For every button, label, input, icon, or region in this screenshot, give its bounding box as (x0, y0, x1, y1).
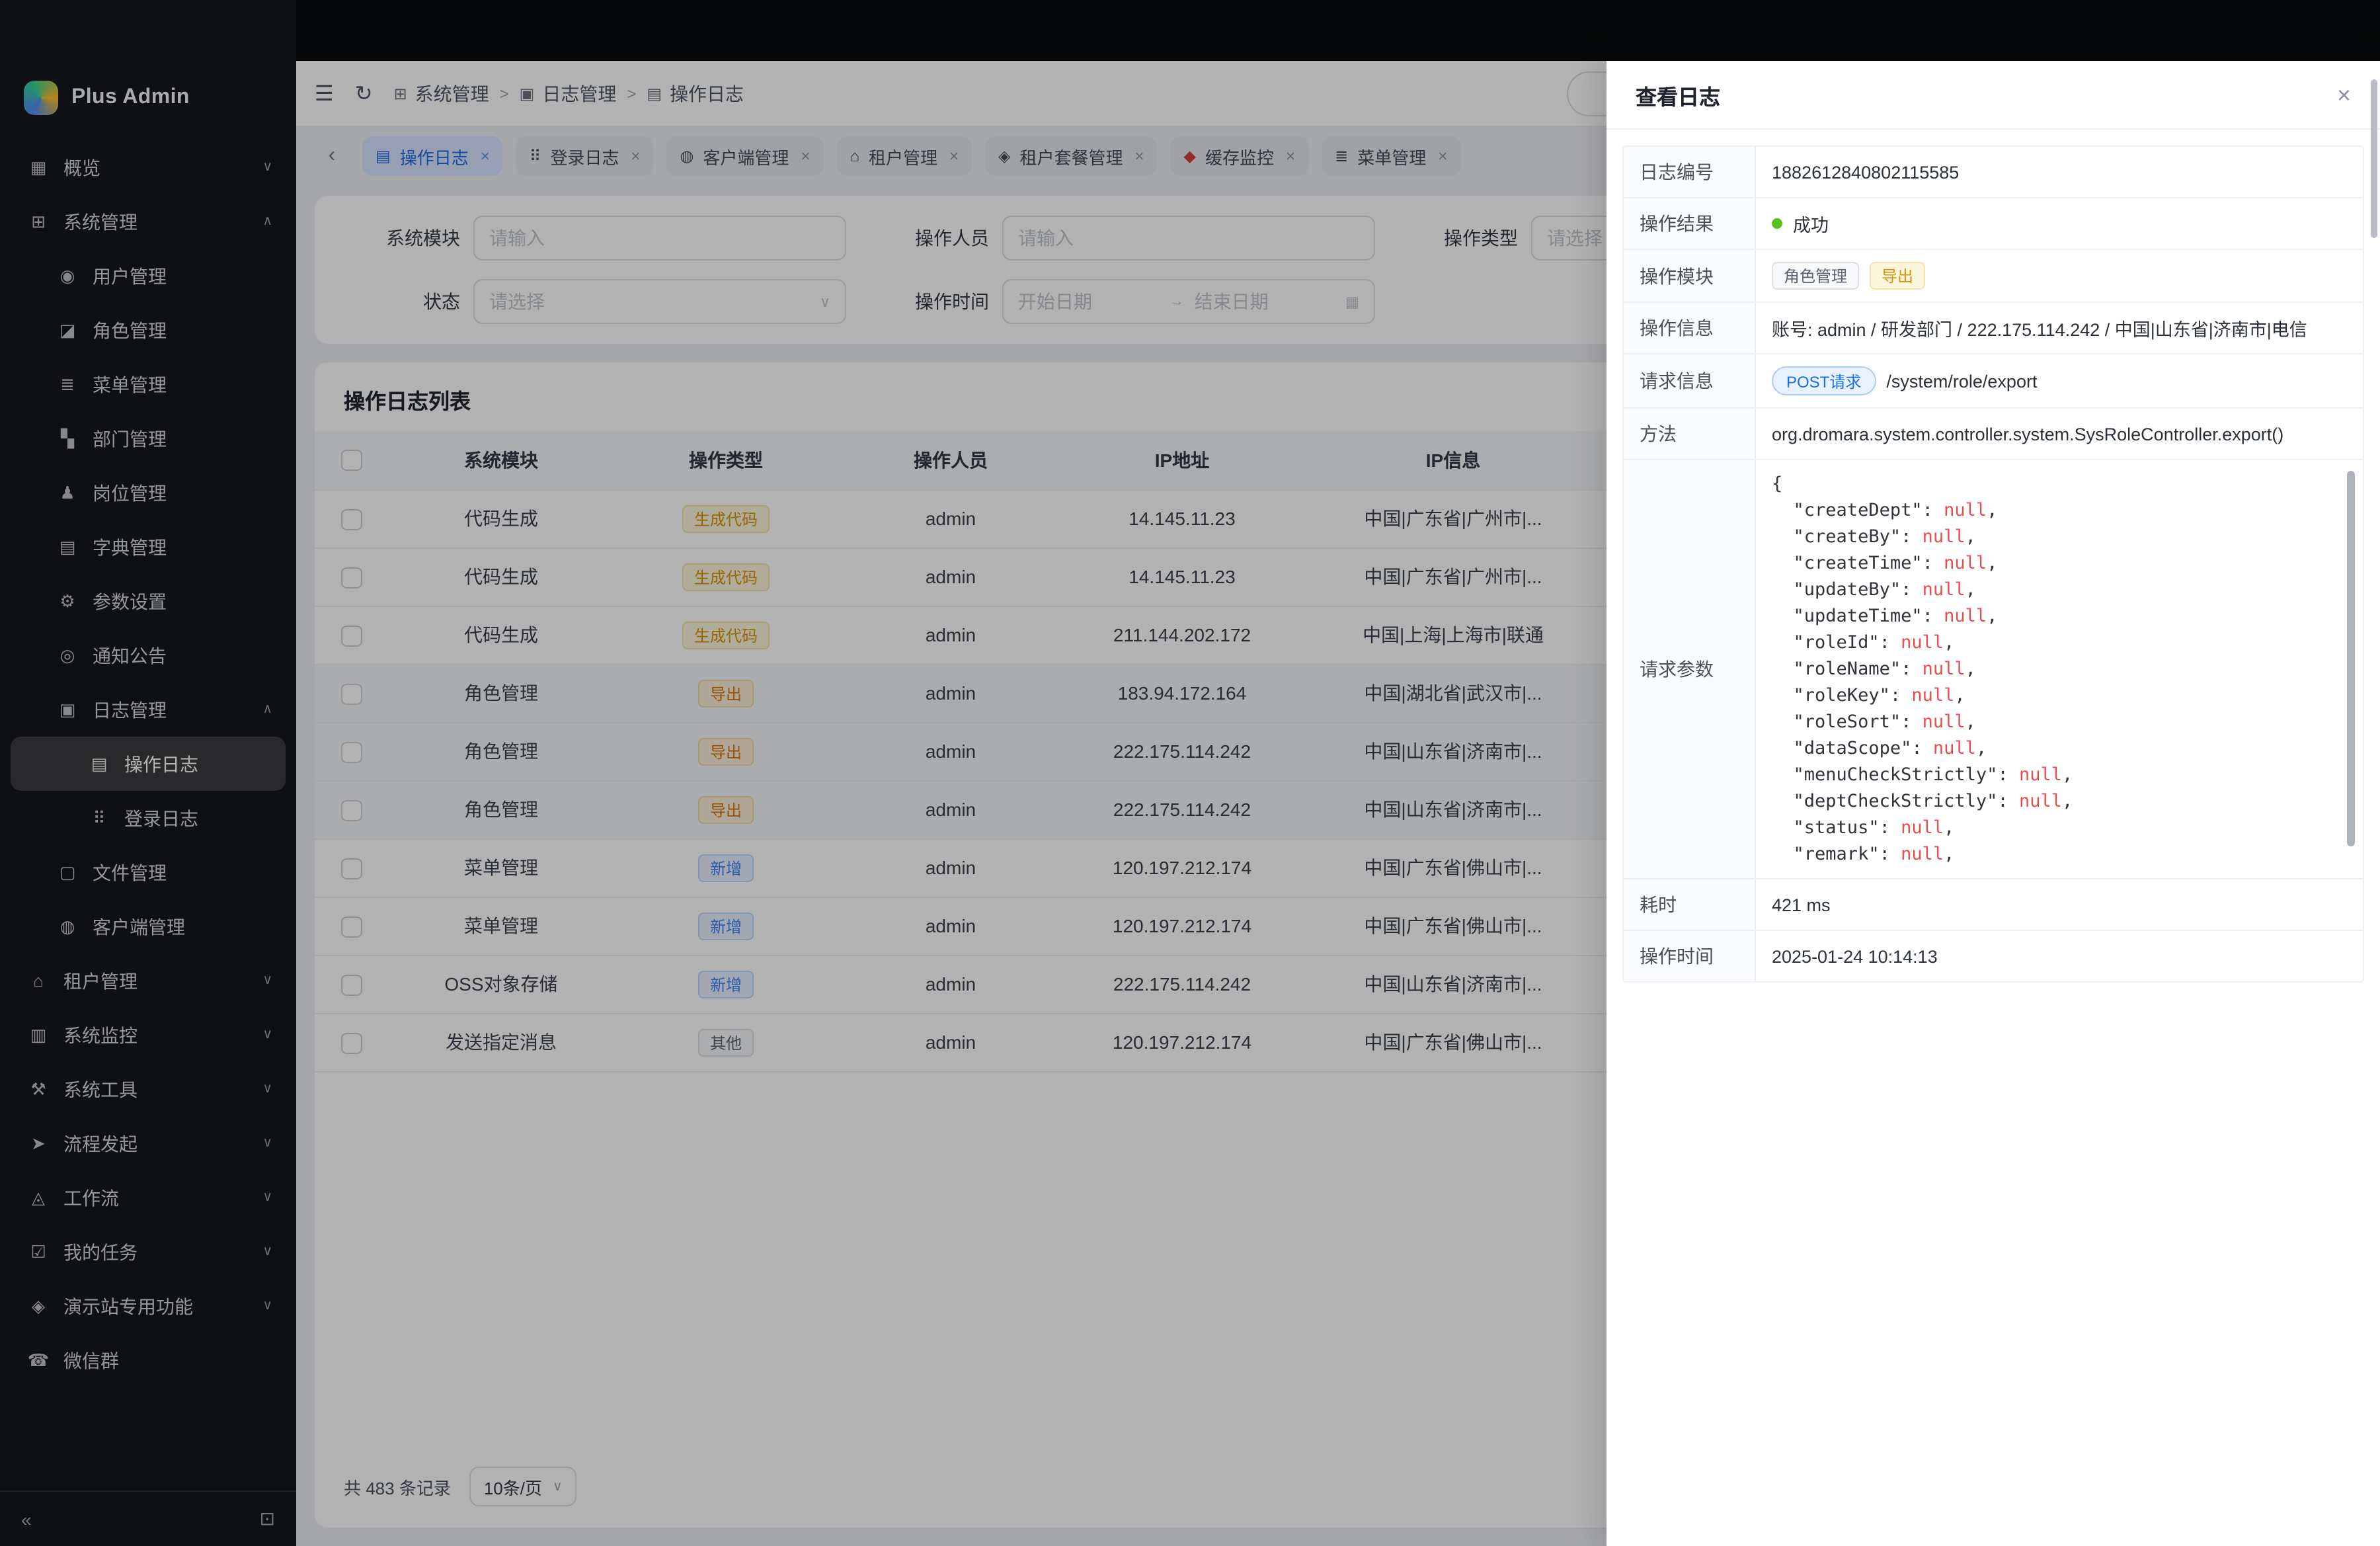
drawer-field-time: 操作时间2025-01-24 10:14:13 (1624, 931, 2363, 981)
field-value-time: 2025-01-24 10:14:13 (1756, 931, 2363, 981)
module-tag: 导出 (1870, 262, 1925, 290)
request-url: /system/role/export (1886, 371, 2037, 391)
module-tag: 角色管理 (1772, 262, 1859, 290)
field-value-module: 角色管理导出 (1756, 250, 2363, 302)
field-value-result: 成功 (1756, 198, 2363, 249)
field-label: 操作时间 (1624, 931, 1756, 981)
json-line: "roleKey": null, (1772, 682, 2334, 709)
json-line: "createDept": null, (1772, 497, 2334, 524)
json-line: "roleId": null, (1772, 630, 2334, 656)
drawer-field-info: 操作信息账号: admin / 研发部门 / 222.175.114.242 /… (1624, 303, 2363, 354)
json-line: "updateTime": null, (1772, 603, 2334, 630)
field-value-request: POST请求/system/role/export (1756, 354, 2363, 407)
drawer-field-module: 操作模块角色管理导出 (1624, 250, 2363, 303)
drawer-field-method: 方法org.dromara.system.controller.system.S… (1624, 409, 2363, 460)
field-label: 请求参数 (1624, 460, 1756, 878)
request-method-tag: POST请求 (1772, 366, 1876, 395)
close-icon[interactable]: × (2337, 83, 2351, 106)
json-line: "updateBy": null, (1772, 577, 2334, 603)
field-label: 操作模块 (1624, 250, 1756, 302)
drawer-field-params: 请求参数{ "createDept": null, "createBy": nu… (1624, 460, 2363, 879)
json-scrollbar-thumb[interactable] (2347, 471, 2355, 846)
json-line: "deptCheckStrictly": null, (1772, 788, 2334, 815)
drawer-field-request: 请求信息POST请求/system/role/export (1624, 354, 2363, 409)
field-label: 日志编号 (1624, 147, 1756, 197)
field-label: 耗时 (1624, 879, 1756, 930)
status-text: 成功 (1793, 210, 1829, 237)
json-line: "dataScope": null, (1772, 735, 2334, 762)
screen: Plus Admin ▦概览∨⊞系统管理∧◉用户管理◪角色管理≣菜单管理▚部门管… (0, 0, 2380, 1546)
field-value-info: 账号: admin / 研发部门 / 222.175.114.242 / 中国|… (1756, 303, 2363, 353)
field-value-log-id: 1882612840802115585 (1756, 147, 2363, 197)
json-line: "createBy": null, (1772, 524, 2334, 550)
field-value-params: { "createDept": null, "createBy": null, … (1756, 460, 2363, 878)
drawer-header: 查看日志 × (1606, 61, 2380, 130)
drawer-field-duration: 耗时421 ms (1624, 879, 2363, 931)
success-status-dot (1772, 218, 1782, 229)
field-value-method: org.dromara.system.controller.system.Sys… (1756, 409, 2363, 459)
log-details-table: 日志编号1882612840802115585操作结果成功操作模块角色管理导出操… (1622, 145, 2364, 983)
field-label: 方法 (1624, 409, 1756, 459)
json-line: "createTime": null, (1772, 550, 2334, 577)
field-value-duration: 421 ms (1756, 879, 2363, 930)
drawer-body: 日志编号1882612840802115585操作结果成功操作模块角色管理导出操… (1606, 130, 2380, 998)
json-line: { (1772, 471, 2334, 497)
drawer-field-log-id: 日志编号1882612840802115585 (1624, 147, 2363, 198)
json-line: "roleName": null, (1772, 656, 2334, 682)
json-line: "status": null, (1772, 815, 2334, 841)
page-scrollbar-thumb[interactable] (2371, 79, 2377, 238)
field-label: 操作信息 (1624, 303, 1756, 353)
drawer-field-result: 操作结果 成功 (1624, 198, 2363, 250)
json-line: "remark": null, (1772, 841, 2334, 868)
field-label: 请求信息 (1624, 354, 1756, 407)
view-log-drawer: 查看日志 × 日志编号1882612840802115585操作结果 成功操作模块… (1606, 61, 2380, 1546)
json-line: "menuCheckStrictly": null, (1772, 762, 2334, 788)
json-line: "roleSort": null, (1772, 709, 2334, 735)
drawer-title: 查看日志 (1636, 79, 1720, 110)
field-label: 操作结果 (1624, 198, 1756, 249)
